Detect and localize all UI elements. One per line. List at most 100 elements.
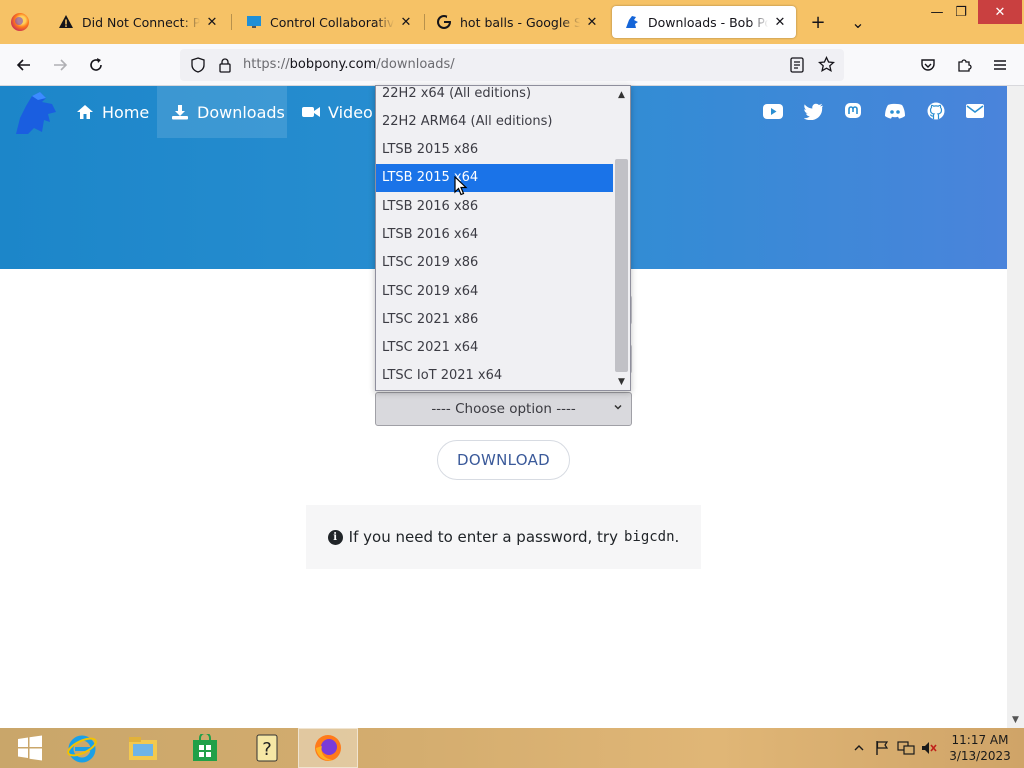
- taskbar-store[interactable]: [175, 728, 235, 768]
- taskbar-file-explorer[interactable]: [113, 728, 173, 768]
- chevron-down-icon: [613, 402, 623, 415]
- minimize-icon: —: [930, 4, 944, 20]
- list-all-tabs-button[interactable]: ⌄: [842, 6, 874, 38]
- shield-icon[interactable]: [190, 57, 206, 77]
- tab-separator: [231, 14, 232, 30]
- restore-button[interactable]: ❐: [944, 0, 978, 24]
- tab-title: hot balls - Google Search: [460, 14, 580, 30]
- pocket-button[interactable]: [912, 49, 944, 81]
- close-icon[interactable]: ✕: [772, 15, 788, 30]
- dropdown-option[interactable]: LTSC 2021 x64: [376, 334, 614, 362]
- taskbar-internet-explorer[interactable]: [52, 728, 112, 768]
- dropdown-option[interactable]: 22H2 x64 (All editions): [376, 86, 614, 108]
- back-arrow-icon: [16, 59, 30, 71]
- notice-text: If you need to enter a password, try: [348, 528, 618, 546]
- firefox-icon: [11, 13, 29, 31]
- windows-taskbar: ? 11:17 AM 3/13/2023: [0, 728, 1024, 768]
- lock-icon[interactable]: [218, 57, 232, 77]
- page-scrollbar[interactable]: ▼: [1007, 86, 1024, 728]
- start-button[interactable]: [0, 728, 60, 768]
- tab-virtual-machine[interactable]: Control Collaborative Virtual Machine ✕: [234, 6, 422, 38]
- download-button[interactable]: DOWNLOAD: [437, 440, 570, 480]
- tab-google-search[interactable]: hot balls - Google Search ✕: [424, 6, 608, 38]
- dropdown-option[interactable]: LTSC 2019 x64: [376, 278, 614, 306]
- dropdown-option[interactable]: 22H2 ARM64 (All editions): [376, 108, 614, 136]
- close-icon[interactable]: ✕: [584, 15, 600, 30]
- taskbar-firefox[interactable]: [298, 728, 358, 768]
- clock-time: 11:17 AM: [951, 733, 1009, 747]
- tab-title: Did Not Connect: Potential Security Issu…: [82, 14, 200, 30]
- url-scheme: https://: [243, 57, 290, 72]
- youtube-link[interactable]: [762, 100, 784, 122]
- nav-video[interactable]: Video: [302, 86, 373, 138]
- dropdown-option[interactable]: LTSB 2015 x86: [376, 136, 614, 164]
- scroll-up-icon[interactable]: ▲: [613, 86, 630, 103]
- tab-security-issue[interactable]: Did Not Connect: Potential Security Issu…: [46, 6, 228, 38]
- volume-muted-icon[interactable]: [920, 738, 938, 758]
- close-icon[interactable]: ✕: [398, 15, 414, 30]
- svg-text:?: ?: [262, 739, 272, 760]
- twitter-link[interactable]: [803, 100, 825, 122]
- file-explorer-icon: [129, 737, 157, 760]
- tray-overflow-icon[interactable]: [850, 738, 868, 758]
- edition-select[interactable]: ---- Choose option ----: [375, 392, 632, 426]
- firefox-view-button[interactable]: [0, 0, 40, 44]
- nav-home-label: Home: [102, 102, 150, 122]
- navigation-toolbar: https://bobpony.com/downloads/: [0, 44, 1024, 86]
- hamburger-icon: [994, 60, 1006, 70]
- dropdown-option[interactable]: LTSC 2021 x86: [376, 306, 614, 334]
- reload-button[interactable]: [80, 49, 112, 81]
- close-icon: ✕: [994, 4, 1006, 20]
- edition-select-value: ---- Choose option ----: [431, 401, 576, 417]
- github-icon: [927, 102, 945, 120]
- scroll-down-icon[interactable]: ▼: [1007, 711, 1024, 728]
- system-clock[interactable]: 11:17 AM 3/13/2023: [944, 732, 1016, 764]
- dropdown-option[interactable]: LTSC IoT 2021 x64: [376, 362, 614, 390]
- url-path: /downloads/: [376, 57, 455, 72]
- nav-downloads-label: Downloads: [197, 102, 285, 122]
- dropdown-option[interactable]: LTSB 2016 x64: [376, 221, 614, 249]
- close-icon[interactable]: ✕: [204, 15, 220, 30]
- url-host: bobpony.com: [289, 57, 377, 72]
- nav-downloads[interactable]: Downloads: [157, 86, 287, 138]
- dropdown-option-highlighted[interactable]: LTSB 2015 x64: [376, 164, 614, 192]
- taskbar-help[interactable]: ?: [237, 728, 297, 768]
- new-tab-button[interactable]: +: [802, 6, 834, 38]
- bobpony-icon: [624, 14, 640, 30]
- tab-title: Control Collaborative Virtual Machine: [270, 14, 394, 30]
- forward-button[interactable]: [44, 49, 76, 81]
- google-icon: [436, 14, 452, 30]
- edition-dropdown-list[interactable]: 22H2 x64 (All editions) 22H2 ARM64 (All …: [375, 85, 631, 391]
- window-close-button[interactable]: ✕: [978, 0, 1022, 24]
- nav-home[interactable]: Home: [76, 86, 149, 138]
- password-notice: i If you need to enter a password, try bi…: [306, 505, 701, 569]
- url-text[interactable]: https://bobpony.com/downloads/: [243, 49, 455, 81]
- scroll-down-icon[interactable]: ▼: [613, 373, 630, 390]
- internet-explorer-icon: [67, 735, 97, 763]
- github-link[interactable]: [925, 100, 947, 122]
- bobpony-logo-icon[interactable]: [12, 88, 60, 138]
- dropdown-option[interactable]: LTSB 2016 x86: [376, 193, 614, 221]
- mouse-cursor-icon: [454, 176, 468, 196]
- video-icon: [302, 107, 320, 117]
- pocket-icon: [921, 59, 935, 71]
- mastodon-link[interactable]: [842, 100, 864, 122]
- reader-view-icon[interactable]: [790, 57, 804, 77]
- dropdown-scrollbar[interactable]: ▲ ▼: [613, 86, 630, 390]
- tab-strip: Did Not Connect: Potential Security Issu…: [0, 0, 1024, 44]
- mail-link[interactable]: [964, 100, 986, 122]
- network-icon[interactable]: [897, 738, 915, 758]
- bookmark-star-icon[interactable]: [817, 55, 836, 77]
- dropdown-scrollbar-thumb[interactable]: [615, 159, 628, 372]
- back-button[interactable]: [8, 49, 40, 81]
- url-bar[interactable]: https://bobpony.com/downloads/: [180, 49, 844, 81]
- chevron-down-icon: ⌄: [851, 12, 865, 32]
- download-icon: [172, 105, 188, 120]
- app-menu-button[interactable]: [984, 49, 1016, 81]
- action-center-flag-icon[interactable]: [873, 738, 891, 758]
- discord-link[interactable]: [883, 100, 907, 122]
- extensions-button[interactable]: [948, 49, 980, 81]
- dropdown-option[interactable]: LTSC 2019 x86: [376, 249, 614, 277]
- store-icon: [193, 734, 217, 761]
- tab-downloads-bob-pony[interactable]: Downloads - Bob Pony ✕: [612, 6, 796, 38]
